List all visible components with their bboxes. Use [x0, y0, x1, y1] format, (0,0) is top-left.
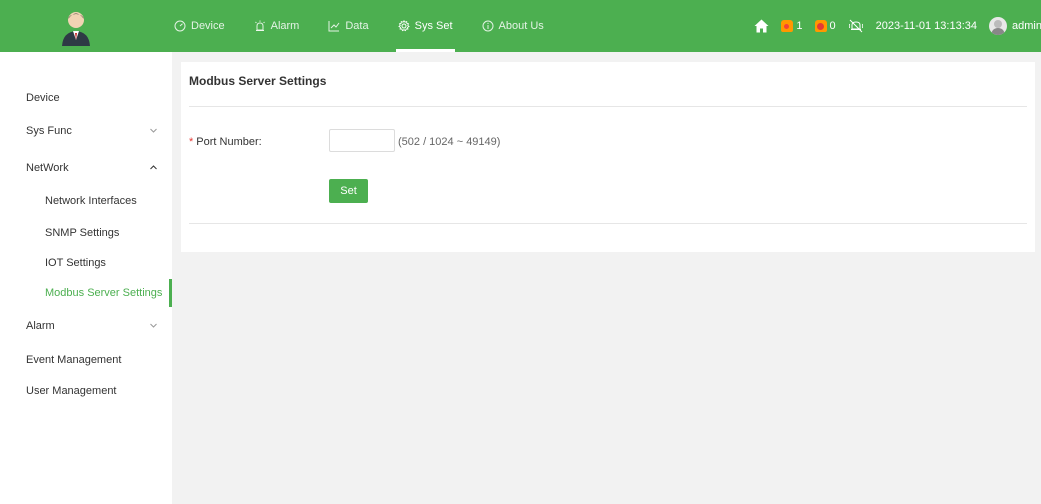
sidebar-item-label: Sys Func [26, 125, 72, 137]
sidebar-item-iot-settings[interactable]: IOT Settings [0, 249, 172, 277]
sidebar-item-device[interactable]: Device [0, 84, 172, 112]
sidebar-item-label: User Management [26, 385, 117, 397]
sidebar-item-label: NetWork [26, 162, 69, 174]
port-number-input[interactable] [329, 129, 395, 152]
sidebar-item-label: SNMP Settings [45, 227, 120, 239]
chevron-down-icon [150, 128, 157, 133]
nav-data-label: Data [345, 20, 369, 32]
set-button[interactable]: Set [329, 179, 368, 203]
sidebar-item-alarm[interactable]: Alarm [0, 312, 172, 340]
user-menu[interactable]: admin [989, 17, 1041, 35]
chevron-down-icon [150, 323, 157, 328]
top-header: Device Alarm Data Sys Set About Us 1 0 2… [0, 0, 1041, 52]
main-nav: Device Alarm Data Sys Set About Us [160, 0, 559, 52]
mute-icon[interactable] [848, 18, 864, 34]
port-range-hint: (502 / 1024 ~ 49149) [398, 136, 501, 148]
nav-device[interactable]: Device [160, 0, 239, 52]
settings-panel: Modbus Server Settings * Port Number: (50… [181, 62, 1035, 252]
sidebar-item-sys-func[interactable]: Sys Func [0, 117, 172, 145]
port-label-colon: : [258, 136, 262, 148]
username: admin [1012, 20, 1041, 32]
divider [189, 223, 1027, 224]
alarm-badge-major[interactable]: 1 [781, 20, 803, 32]
sidebar-item-label: IOT Settings [45, 257, 106, 269]
sidebar-item-label: Network Interfaces [45, 195, 137, 207]
port-label-text: Port Number [196, 136, 259, 148]
sidebar-item-label: Modbus Server Settings [45, 287, 163, 299]
header-datetime: 2023-11-01 13:13:34 [875, 20, 977, 32]
nav-sys-set-label: Sys Set [414, 20, 453, 32]
sidebar-item-network-interfaces[interactable]: Network Interfaces [0, 187, 172, 215]
nav-alarm-label: Alarm [270, 20, 300, 32]
sidebar: Device Sys Func NetWork Network Interfac… [0, 52, 172, 504]
dashboard-icon [174, 20, 186, 32]
nav-about-us[interactable]: About Us [468, 0, 558, 52]
alarm-count-critical: 0 [829, 20, 836, 32]
sidebar-item-snmp-settings[interactable]: SNMP Settings [0, 219, 172, 247]
sidebar-item-modbus-server-settings[interactable]: Modbus Server Settings [0, 279, 172, 307]
sidebar-item-label: Event Management [26, 354, 122, 366]
sidebar-item-network[interactable]: NetWork [0, 154, 172, 182]
divider [189, 106, 1027, 107]
sidebar-item-label: Alarm [26, 320, 55, 332]
header-tools: 1 0 2023-11-01 13:13:34 admin [753, 0, 1041, 52]
alarm-icon [254, 20, 265, 31]
sidebar-item-event-management[interactable]: Event Management [0, 346, 172, 374]
user-logo-icon [58, 10, 94, 46]
alarm-count-major: 1 [796, 20, 803, 32]
home-icon[interactable] [753, 18, 769, 34]
nav-alarm[interactable]: Alarm [240, 0, 314, 52]
alarm-bell-red-icon [814, 20, 827, 32]
chart-icon [328, 21, 340, 32]
port-number-label: * Port Number: [189, 136, 262, 148]
info-icon [482, 20, 494, 32]
avatar [989, 17, 1007, 35]
nav-data[interactable]: Data [314, 0, 382, 52]
chevron-up-icon [150, 165, 157, 170]
sidebar-item-user-management[interactable]: User Management [0, 377, 172, 405]
sidebar-item-label: Device [26, 92, 60, 104]
page-title: Modbus Server Settings [189, 74, 327, 88]
required-mark: * [189, 136, 194, 148]
alarm-bell-orange-icon [781, 20, 794, 32]
nav-about-us-label: About Us [498, 20, 544, 32]
nav-device-label: Device [191, 20, 225, 32]
nav-sys-set[interactable]: Sys Set [384, 0, 467, 52]
gear-icon [397, 20, 410, 32]
alarm-badge-critical[interactable]: 0 [814, 20, 836, 32]
